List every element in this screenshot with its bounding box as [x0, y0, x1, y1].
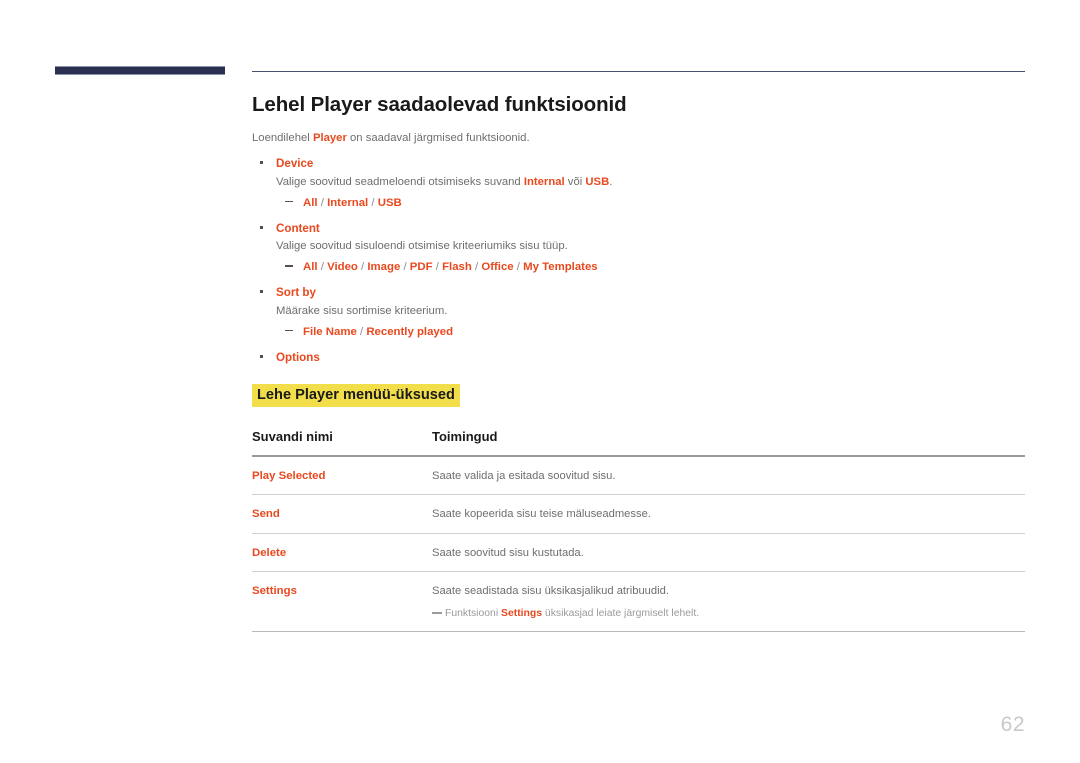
option-label: Office — [481, 261, 514, 274]
table-cell-name: Send — [252, 494, 432, 534]
option-label: Internal — [327, 196, 369, 209]
option-separator: / — [368, 196, 378, 209]
option-separator: / — [317, 196, 328, 209]
feature-name: Device — [276, 157, 314, 171]
option-label: All — [303, 261, 318, 274]
option-separator: / — [357, 261, 368, 274]
table-cell-name: Settings — [252, 571, 432, 632]
option-label: My Templates — [523, 261, 598, 274]
option-label: Recently played — [366, 325, 454, 338]
column-header-actions: Toimingud — [432, 429, 1025, 458]
table-cell-description: Saate valida ja esitada soovitud sisu. — [432, 456, 1025, 496]
intro-text-after: on saadaval järgmised funktsioonid. — [346, 132, 530, 144]
feature-options: File Name / Recently played — [303, 326, 453, 338]
note-keyword: Settings — [501, 608, 543, 620]
option-separator: / — [471, 261, 482, 274]
feature-name: Options — [276, 350, 320, 364]
feature-desc-keyword-2: USB — [585, 175, 610, 188]
option-label: PDF — [409, 261, 433, 274]
list-item: Sort by Määrake sisu sortimise kriteeriu… — [252, 284, 1025, 340]
option-name: Delete — [252, 546, 287, 559]
table-cell-description: Saate soovitud sisu kustutada. — [432, 533, 1025, 572]
table-cell-description: Saate kopeerida sisu teise mäluseadmesse… — [432, 494, 1025, 534]
intro-paragraph: Loendilehel Player on saadaval järgmised… — [252, 130, 1025, 146]
column-header-option-name: Suvandi nimi — [252, 429, 432, 458]
page-content: Lehel Player saadaolevad funktsioonid Lo… — [252, 93, 1025, 632]
feature-options: All / Video / Image / PDF / Flash / Offi… — [303, 261, 598, 273]
intro-text-before: Loendilehel — [252, 132, 313, 144]
option-separator: / — [432, 261, 443, 274]
page-number: 62 — [1000, 713, 1025, 736]
option-separator: / — [317, 261, 328, 274]
feature-desc-mid: või — [564, 175, 586, 188]
feature-description: Valige soovitud seadmeloendi otsimiseks … — [276, 174, 1025, 191]
note-text-after: üksikasjad leiate järgmiselt lehelt. — [542, 608, 700, 620]
menu-items-table: Suvandi nimi Toimingud Play Selected Saa… — [252, 429, 1025, 632]
note-text-before: Funktsiooni — [445, 608, 502, 620]
intro-keyword: Player — [312, 132, 347, 144]
table-row: Send Saate kopeerida sisu teise mälusead… — [252, 494, 1025, 534]
header-divider-rule — [252, 71, 1025, 72]
table-row: Delete Saate soovitud sisu kustutada. — [252, 533, 1025, 572]
feature-options: All / Internal / USB — [303, 197, 402, 209]
table-cell-name: Delete — [252, 533, 432, 572]
document-page: Lehel Player saadaolevad funktsioonid Lo… — [0, 0, 1080, 763]
option-label: Video — [327, 261, 358, 274]
option-label: Image — [367, 261, 401, 274]
feature-name: Sort by — [276, 286, 316, 300]
feature-options-row: All / Video / Image / PDF / Flash / Offi… — [276, 257, 1025, 276]
table-row: Settings Saate seadistada sisu üksikasja… — [252, 571, 1025, 632]
feature-desc-before: Valige soovitud seadmeloendi otsimiseks … — [276, 175, 524, 188]
feature-options-row: File Name / Recently played — [276, 322, 1025, 341]
feature-list: Device Valige soovitud seadmeloendi otsi… — [252, 155, 1025, 366]
option-label: File Name — [303, 325, 357, 338]
option-label: All — [303, 196, 318, 209]
option-separator: / — [400, 261, 410, 274]
list-item: Content Valige soovitud sisuloendi otsim… — [252, 220, 1025, 276]
feature-description: Määrake sisu sortimise kriteerium. — [276, 304, 448, 317]
option-name: Settings — [252, 584, 297, 597]
option-label: USB — [377, 196, 402, 209]
feature-description: Valige soovitud sisuloendi otsimise krit… — [276, 240, 568, 253]
table-header-row: Suvandi nimi Toimingud — [252, 429, 1025, 458]
feature-options-row: All / Internal / USB — [276, 193, 1025, 212]
table-cell-name: Play Selected — [252, 456, 432, 496]
feature-desc-after: . — [609, 175, 613, 188]
option-description: Saate valida ja esitada soovitud sisu. — [432, 470, 616, 483]
list-item: Device Valige soovitud seadmeloendi otsi… — [252, 155, 1025, 211]
option-name: Send — [252, 508, 280, 521]
option-note: Funktsiooni Settings üksikasjad leiate j… — [432, 606, 1025, 621]
option-description: Saate kopeerida sisu teise mäluseadmesse… — [432, 508, 651, 521]
table-row: Play Selected Saate valida ja esitada so… — [252, 456, 1025, 496]
option-separator: / — [356, 325, 367, 338]
option-label: Flash — [442, 261, 472, 274]
sub-heading-container: Lehe Player menüü-üksused — [252, 384, 1025, 408]
header-accent-bar — [55, 66, 225, 75]
option-description: Saate seadistada sisu üksikasjalikud atr… — [432, 584, 669, 597]
feature-desc-keyword-1: Internal — [523, 175, 565, 188]
list-item: Options — [252, 349, 1025, 366]
sub-heading: Lehe Player menüü-üksused — [252, 384, 460, 408]
option-name: Play Selected — [252, 470, 326, 483]
feature-name: Content — [276, 221, 320, 235]
option-description: Saate soovitud sisu kustutada. — [432, 546, 584, 559]
option-separator: / — [513, 261, 524, 274]
page-title: Lehel Player saadaolevad funktsioonid — [252, 93, 627, 116]
table-cell-description: Saate seadistada sisu üksikasjalikud atr… — [432, 571, 1025, 632]
